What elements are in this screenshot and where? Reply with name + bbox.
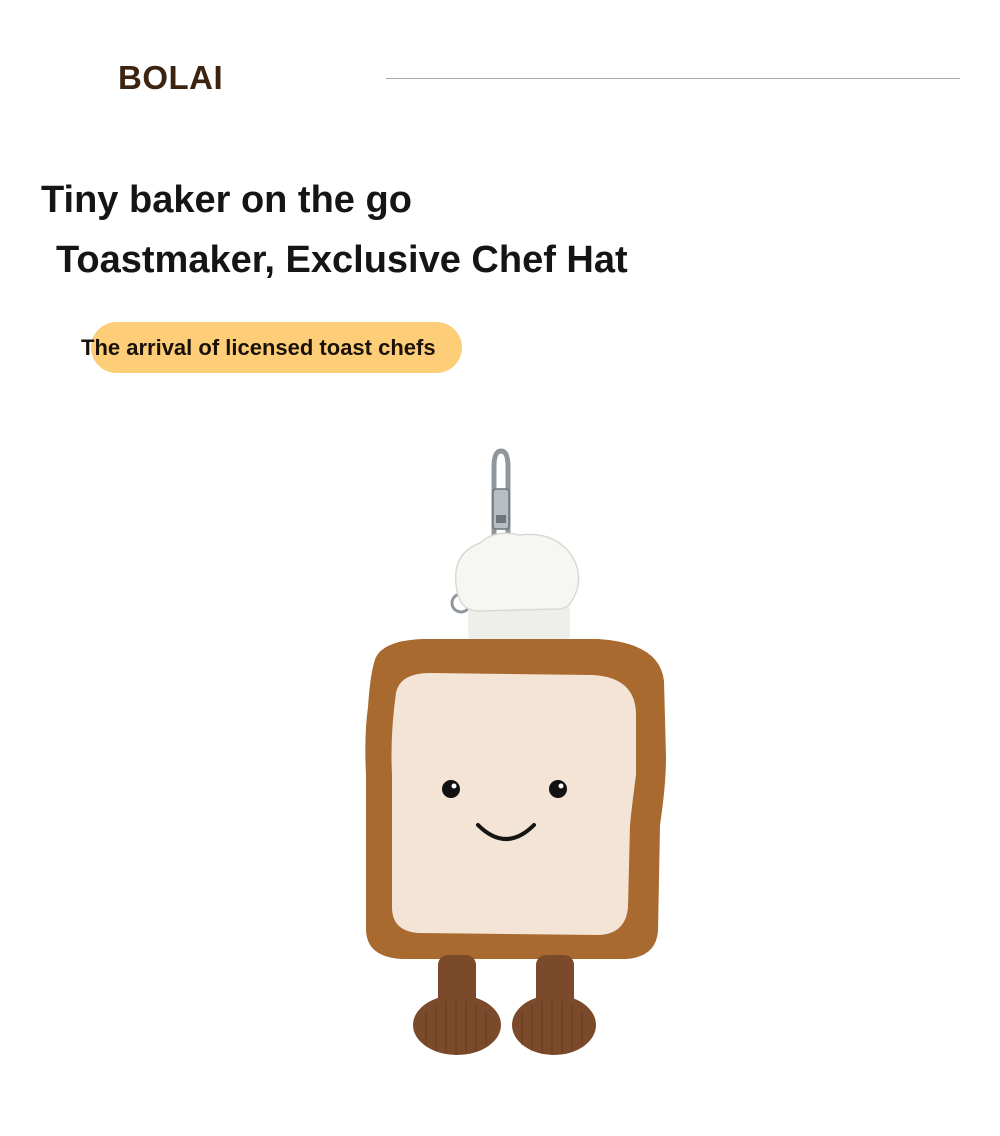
chef-hat bbox=[454, 532, 580, 642]
brand-logo: BOLAI bbox=[118, 59, 224, 96]
headline-line-1: Tiny baker on the go bbox=[41, 179, 412, 221]
toast-plush-keychain-icon bbox=[365, 448, 666, 1055]
headline-line-2: Toastmaker, Exclusive Chef Hat bbox=[56, 239, 628, 281]
header-divider bbox=[386, 78, 960, 79]
tag-text: The arrival of licensed toast chefs bbox=[81, 335, 436, 360]
product-image bbox=[330, 445, 680, 1065]
toast-legs bbox=[413, 955, 596, 1055]
toast-bread bbox=[391, 673, 636, 935]
